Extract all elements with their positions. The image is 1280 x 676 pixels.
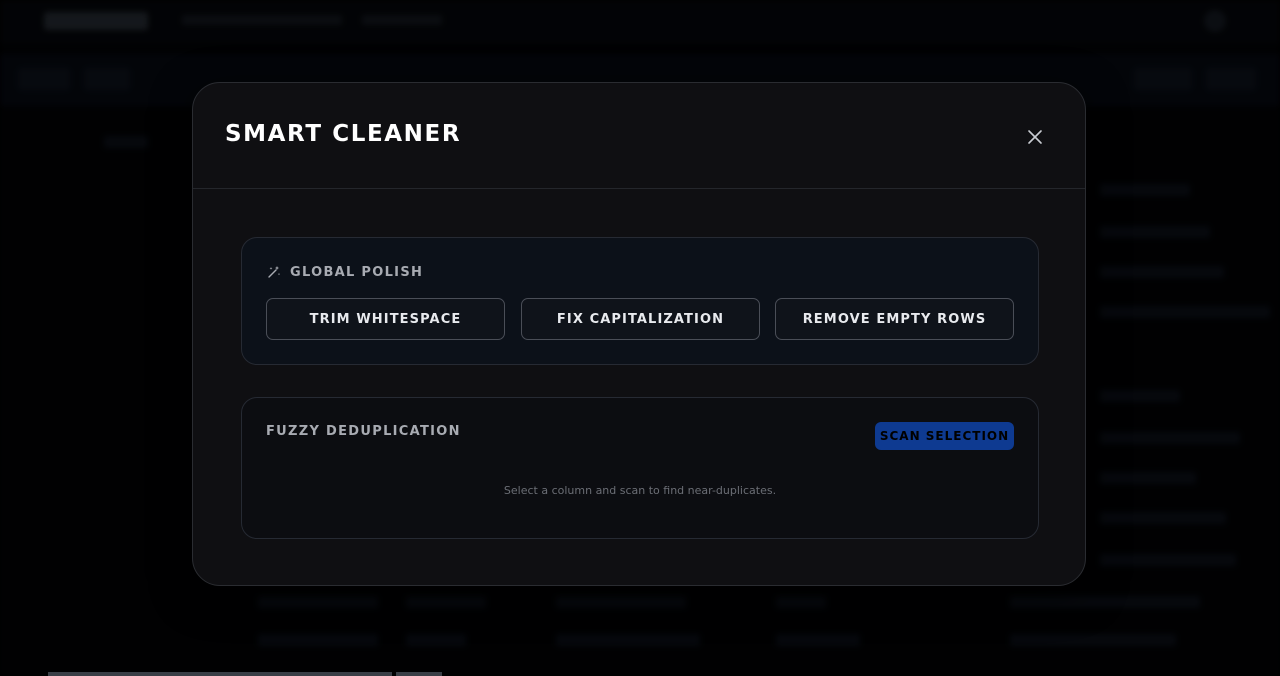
- background-row: [556, 634, 700, 646]
- background-row: [1100, 554, 1236, 566]
- background-row: [1100, 390, 1180, 402]
- fuzzy-dedup-card: FUZZY DEDUPLICATION SCAN SELECTION Selec…: [241, 397, 1039, 539]
- background-row: [258, 634, 378, 646]
- background-row: [1100, 306, 1270, 318]
- global-polish-header: GLOBAL POLISH: [266, 264, 423, 280]
- background-row: [776, 596, 826, 608]
- scan-selection-button[interactable]: SCAN SELECTION: [875, 422, 1014, 450]
- background-chip: [1134, 68, 1192, 90]
- background-row: [406, 596, 486, 608]
- background-row: [556, 596, 686, 608]
- dedup-hint-text: Select a column and scan to find near-du…: [503, 484, 777, 497]
- fuzzy-dedup-label: FUZZY DEDUPLICATION: [266, 424, 461, 439]
- background-row: [1010, 634, 1176, 646]
- background-row: [1100, 472, 1196, 484]
- background-logo: [44, 12, 148, 30]
- background-row: [1100, 266, 1224, 278]
- background-row: [1010, 596, 1200, 608]
- background-nav: [182, 15, 342, 25]
- modal-title: SMART CLEANER: [225, 121, 462, 147]
- magic-wand-icon: [266, 264, 282, 280]
- close-button[interactable]: [1023, 125, 1047, 149]
- trim-whitespace-button[interactable]: TRIM WHITESPACE: [266, 298, 505, 340]
- horizontal-scrollbar[interactable]: [48, 672, 392, 676]
- background-chip: [18, 68, 70, 90]
- global-polish-label: GLOBAL POLISH: [290, 264, 424, 280]
- background-chip: [84, 68, 130, 90]
- fuzzy-dedup-header: FUZZY DEDUPLICATION: [266, 424, 461, 439]
- background-avatar: [1204, 10, 1226, 32]
- fix-capitalization-button[interactable]: FIX CAPITALIZATION: [521, 298, 760, 340]
- background-row: [406, 634, 466, 646]
- smart-cleaner-modal: SMART CLEANER GLOBAL POLISH TRIM WHITESP…: [192, 82, 1086, 586]
- horizontal-scrollbar-thumb[interactable]: [396, 672, 442, 676]
- background-row: [104, 136, 148, 148]
- background-row: [1100, 512, 1226, 524]
- background-row: [1100, 226, 1210, 238]
- global-polish-card: GLOBAL POLISH TRIM WHITESPACE FIX CAPITA…: [241, 237, 1039, 365]
- close-icon: [1028, 130, 1042, 144]
- background-chip: [1206, 68, 1256, 90]
- background-row: [1100, 184, 1190, 196]
- background-nav: [362, 15, 442, 25]
- background-row: [1100, 432, 1240, 444]
- background-row: [776, 634, 860, 646]
- remove-empty-rows-button[interactable]: REMOVE EMPTY ROWS: [775, 298, 1014, 340]
- modal-header: SMART CLEANER: [193, 83, 1085, 189]
- background-row: [258, 596, 378, 608]
